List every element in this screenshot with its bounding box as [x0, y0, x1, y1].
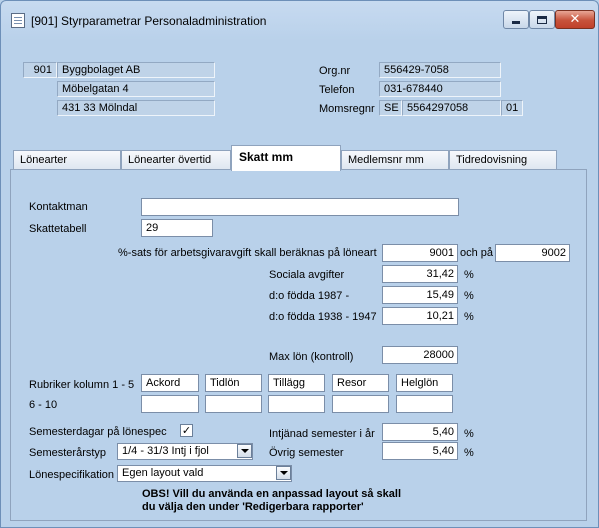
tab-skatt-mm[interactable]: Skatt mm	[231, 145, 341, 171]
payslip-select[interactable]: Egen layout vald	[117, 465, 292, 482]
rubrics-row2-label: 6 - 10	[29, 399, 58, 411]
rubric-input-9[interactable]	[332, 395, 389, 413]
company-street: Möbelgatan 4	[57, 81, 215, 97]
notice-line-1: OBS! Vill du använda en anpassad layout …	[142, 488, 401, 500]
maximize-button[interactable]	[529, 10, 555, 29]
vat-country: SE	[379, 100, 402, 116]
vacation-year-select[interactable]: 1/4 - 31/3 Intj i fjol	[117, 443, 253, 460]
social-fees-input[interactable]: 31,42	[382, 265, 458, 283]
born-1938-input[interactable]: 10,21	[382, 307, 458, 325]
rubric-input-3[interactable]: Tillägg	[268, 374, 325, 392]
contact-label: Kontaktman	[29, 201, 88, 213]
tab-tidredovisning[interactable]: Tidredovisning	[449, 150, 557, 170]
chevron-down-icon[interactable]	[237, 444, 252, 458]
payslip-label: Lönespecifikation	[29, 469, 115, 481]
minimize-icon	[512, 21, 520, 24]
rubric-input-5[interactable]: Helglön	[396, 374, 453, 392]
tax-table-input[interactable]: 29	[141, 219, 213, 237]
born-1938-label: d:o födda 1938 - 1947	[269, 311, 377, 323]
percent-wage-type-input[interactable]: 9001	[382, 244, 458, 262]
maximize-icon	[537, 15, 547, 24]
payslip-value: Egen layout vald	[122, 467, 204, 479]
vacation-year-value: 1/4 - 31/3 Intj i fjol	[122, 445, 209, 457]
born-1987-input[interactable]: 15,49	[382, 286, 458, 304]
earned-vacation-label: Intjänad semester i år	[269, 428, 375, 440]
close-button[interactable]: ✕	[555, 10, 595, 29]
rubric-input-4[interactable]: Resor	[332, 374, 389, 392]
earned-vacation-input[interactable]: 5,40	[382, 423, 458, 441]
notice-line-2: du välja den under 'Redigerbara rapporte…	[142, 501, 364, 513]
percent-wage-type2-input[interactable]: 9002	[495, 244, 570, 262]
orgnr-value: 556429-7058	[379, 62, 501, 78]
contact-input[interactable]	[141, 198, 459, 216]
percent-rate-label: %-sats för arbetsgivaravgift skall beräk…	[118, 247, 377, 259]
form-icon	[11, 13, 25, 28]
max-pay-label: Max lön (kontroll)	[269, 351, 354, 363]
max-pay-input[interactable]: 28000	[382, 346, 458, 364]
percent-sign: %	[464, 428, 474, 440]
company-postal: 431 33 Mölndal	[57, 100, 215, 116]
window-title: [901] Styrparametrar Personaladministrat…	[31, 14, 267, 28]
vacation-days-label: Semesterdagar på lönespec	[29, 426, 167, 438]
vat-number: 5564297058	[402, 100, 501, 116]
minimize-button[interactable]	[503, 10, 529, 29]
company-name: Byggbolaget AB	[57, 62, 215, 78]
rubric-input-6[interactable]	[141, 395, 199, 413]
title-bar[interactable]: [901] Styrparametrar Personaladministrat…	[1, 1, 598, 35]
phone-label: Telefon	[319, 84, 355, 96]
percent-sign: %	[464, 269, 474, 281]
orgnr-label: Org.nr	[319, 65, 351, 77]
percent-sign: %	[464, 311, 474, 323]
tab-lonearter[interactable]: Lönearter	[13, 150, 121, 170]
born-1987-label: d:o födda 1987 -	[269, 290, 350, 302]
other-vacation-label: Övrig semester	[269, 447, 344, 459]
rubric-input-2[interactable]: Tidlön	[205, 374, 262, 392]
and-on-label: och på	[460, 247, 494, 259]
rubric-input-10[interactable]	[396, 395, 453, 413]
tab-medlemsnr-mm[interactable]: Medlemsnr mm	[341, 150, 449, 170]
other-vacation-input[interactable]: 5,40	[382, 442, 458, 460]
phone-value: 031-678440	[379, 81, 501, 97]
vacation-days-checkbox[interactable]: ✓	[180, 424, 193, 437]
tab-lonearter-overtid[interactable]: Lönearter övertid	[121, 150, 231, 170]
rubrics-label: Rubriker kolumn 1 - 5	[29, 379, 135, 391]
rubric-input-8[interactable]	[268, 395, 325, 413]
percent-sign: %	[464, 290, 474, 302]
checkmark-icon: ✓	[181, 424, 192, 437]
percent-sign: %	[464, 447, 474, 459]
social-fees-label: Sociala avgifter	[269, 269, 345, 281]
tax-table-label: Skattetabell	[29, 223, 87, 235]
application-window: [901] Styrparametrar Personaladministrat…	[0, 0, 599, 528]
company-number: 901	[23, 62, 57, 78]
chevron-down-icon[interactable]	[276, 466, 291, 480]
vat-label: Momsregnr	[319, 103, 375, 115]
rubric-input-7[interactable]	[205, 395, 262, 413]
rubric-input-1[interactable]: Ackord	[141, 374, 199, 392]
close-icon: ✕	[569, 12, 581, 27]
vacation-year-label: Semesterårstyp	[29, 447, 107, 459]
vat-suffix: 01	[501, 100, 523, 116]
